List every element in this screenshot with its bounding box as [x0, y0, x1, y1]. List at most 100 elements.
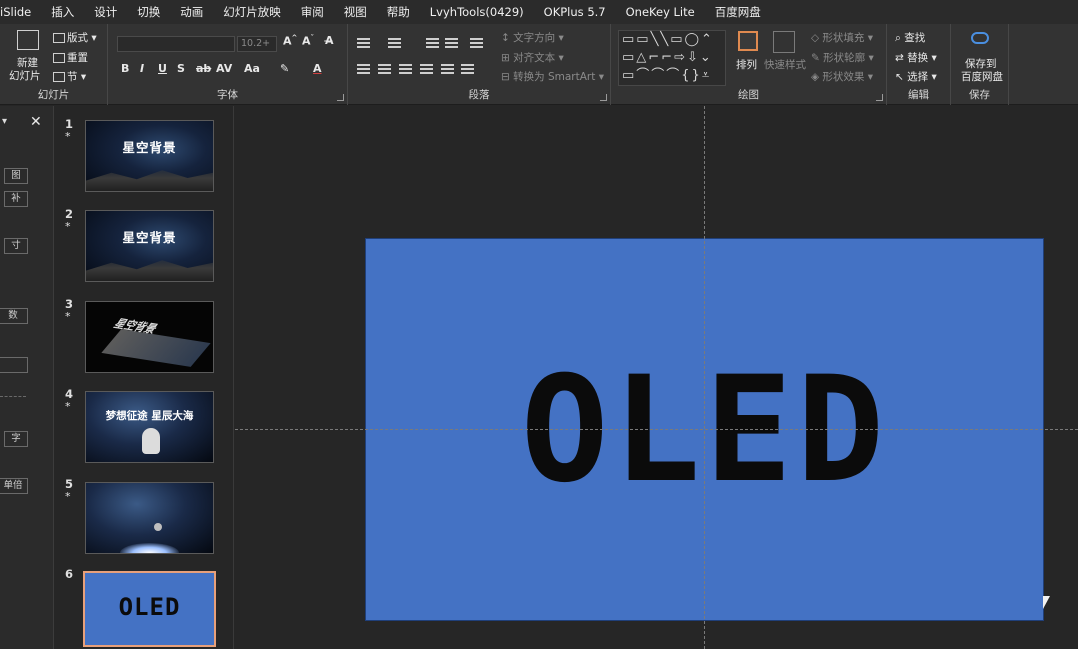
slide-thumbnail-4[interactable]: 梦想征途 星辰大海 — [85, 391, 214, 463]
slide-thumbnail-6-selected[interactable]: OLED — [83, 571, 216, 647]
menu-bar: iSlide 插入 设计 切换 动画 幻灯片放映 审阅 视图 帮助 LvyhTo… — [0, 0, 1078, 24]
align-center-icon[interactable] — [378, 64, 391, 74]
section-button[interactable]: 节 ▾ — [53, 69, 86, 84]
menu-animations[interactable]: 动画 — [170, 0, 213, 24]
cloud-icon — [971, 32, 989, 44]
case-button[interactable]: Aa — [244, 62, 260, 75]
align-text-button[interactable]: ⊞ 对齐文本 ▾ — [501, 50, 564, 65]
slide-thumbnail-2[interactable]: 星空背景 — [85, 210, 214, 282]
animation-star-icon: * — [65, 400, 71, 413]
layout-button[interactable]: 版式 ▾ — [53, 30, 97, 45]
paragraph-dialog-launcher[interactable] — [600, 94, 607, 101]
shape-effects-button[interactable]: ◈ 形状效果 ▾ — [811, 69, 873, 84]
group-label-paragraph: 段落 — [468, 89, 490, 101]
drawing-dialog-launcher[interactable] — [876, 94, 883, 101]
slide-thumbnail-1[interactable]: 星空背景 — [85, 120, 214, 192]
menu-review[interactable]: 审阅 — [291, 0, 334, 24]
animation-star-icon: * — [65, 310, 71, 323]
slide-number: 6 — [65, 567, 74, 581]
shapes-gallery[interactable]: ▭▭╲╲▭◯⌃ ▭△⌐⌐⇨⇩⌄ ▭⌒⌒⌒{}⩡ — [618, 30, 726, 86]
font-color-button[interactable]: A — [313, 62, 322, 75]
pane-btn-1[interactable]: 图 — [4, 168, 28, 184]
decrease-indent-icon[interactable] — [426, 38, 439, 48]
menu-islide[interactable]: iSlide — [0, 0, 41, 24]
slide-number: 1 — [65, 117, 74, 131]
select-button[interactable]: ↖ 选择 ▾ — [895, 69, 937, 84]
pane-btn-4[interactable]: 字 — [4, 431, 28, 447]
quick-styles-icon — [773, 31, 795, 53]
justify-icon[interactable] — [420, 64, 433, 74]
shape-outline-button[interactable]: ✎ 形状轮廓 ▾ — [811, 50, 874, 65]
menu-slideshow[interactable]: 幻灯片放映 — [213, 0, 291, 24]
menu-onekey[interactable]: OneKey Lite — [616, 0, 705, 24]
pane-ruler — [0, 396, 26, 397]
layout-icon — [53, 33, 65, 43]
italic-button[interactable]: I — [140, 62, 144, 75]
clear-format-icon[interactable]: A̶ — [325, 34, 334, 47]
animation-star-icon: * — [65, 490, 71, 503]
shape-fill-button[interactable]: ◇ 形状填充 ▾ — [811, 30, 873, 45]
pane-btn-5[interactable]: 单倍 — [0, 478, 28, 494]
slide-editing-canvas[interactable]: OLED — [235, 106, 1078, 649]
group-slides: 新建 幻灯片 版式 ▾ 重置 节 ▾ 幻灯片 — [0, 24, 108, 105]
align-right-icon[interactable] — [399, 64, 412, 74]
smartart-button[interactable]: ⊟ 转换为 SmartArt ▾ — [501, 69, 604, 84]
shadow-button[interactable]: S — [177, 62, 185, 75]
new-slide-label-2[interactable]: 幻灯片 — [9, 68, 41, 83]
increase-indent-icon[interactable] — [445, 38, 458, 48]
menu-design[interactable]: 设计 — [84, 0, 127, 24]
align-left-icon[interactable] — [357, 64, 370, 74]
text-direction-button[interactable]: ↕ 文字方向 ▾ — [501, 30, 564, 45]
arrange-icon — [738, 31, 758, 51]
menu-baidu[interactable]: 百度网盘 — [705, 0, 771, 24]
pane-field-2[interactable] — [0, 357, 28, 373]
menu-lvyhtools[interactable]: LvyhTools(0429) — [420, 0, 534, 24]
bullets-icon[interactable] — [357, 38, 370, 48]
pane-field-1[interactable]: 数 — [0, 308, 28, 324]
find-button[interactable]: ⌕ 查找 — [895, 30, 925, 45]
quick-styles-button[interactable]: 快速样式 — [764, 57, 806, 72]
ribbon: 新建 幻灯片 版式 ▾ 重置 节 ▾ 幻灯片 10.2+ A^ Aˇ A̶ B … — [0, 24, 1078, 105]
animation-star-icon: * — [65, 220, 71, 233]
baidu-label[interactable]: 百度网盘 — [961, 69, 1003, 84]
slide-thumbnail-3[interactable]: 星空背景 — [85, 301, 214, 373]
horizon-glow — [120, 543, 179, 553]
thumb-title: OLED — [118, 593, 181, 621]
cursor-icon: ↖ — [895, 71, 904, 83]
distribute-icon[interactable] — [441, 64, 454, 74]
bold-button[interactable]: B — [121, 62, 129, 75]
menu-view[interactable]: 视图 — [334, 0, 377, 24]
arrange-button[interactable]: 排列 — [736, 57, 757, 72]
spacing-button[interactable]: AV — [216, 62, 232, 75]
astronaut-image — [142, 428, 160, 454]
pane-dropdown-icon[interactable]: ▾ — [2, 116, 7, 127]
menu-help[interactable]: 帮助 — [377, 0, 420, 24]
highlight-icon[interactable]: ✎ — [280, 62, 289, 75]
close-icon[interactable]: ✕ — [30, 114, 42, 130]
animation-star-icon: * — [65, 130, 71, 143]
menu-okplus[interactable]: OKPlus 5.7 — [534, 0, 616, 24]
strikethrough-button[interactable]: ab — [196, 62, 211, 75]
columns-icon[interactable] — [461, 64, 474, 74]
pane-btn-2[interactable]: 补 — [4, 191, 28, 207]
grow-font-button[interactable]: A^ — [283, 34, 297, 48]
vertical-guide[interactable] — [704, 106, 705, 649]
replace-icon: ⇄ — [895, 52, 904, 64]
line-spacing-icon[interactable] — [470, 38, 483, 48]
font-family-combo[interactable] — [117, 36, 235, 52]
planet-image — [154, 523, 162, 531]
menu-insert[interactable]: 插入 — [41, 0, 84, 24]
slide-number: 5 — [65, 477, 74, 491]
slide-thumbnail-5[interactable] — [85, 482, 214, 554]
font-dialog-launcher[interactable] — [337, 94, 344, 101]
underline-button[interactable]: U — [158, 62, 167, 75]
numbering-icon[interactable] — [388, 38, 401, 48]
group-paragraph: ↕ 文字方向 ▾ ⊞ 对齐文本 ▾ ⊟ 转换为 SmartArt ▾ 段落 — [348, 24, 611, 105]
shrink-font-button[interactable]: Aˇ — [302, 34, 314, 48]
horizontal-guide[interactable] — [235, 429, 1078, 430]
replace-button[interactable]: ⇄ 替换 ▾ — [895, 50, 937, 65]
pane-btn-3[interactable]: 寸 — [4, 238, 28, 254]
reset-button[interactable]: 重置 — [53, 50, 88, 65]
font-size-combo[interactable]: 10.2+ — [237, 36, 277, 52]
menu-transitions[interactable]: 切换 — [127, 0, 170, 24]
